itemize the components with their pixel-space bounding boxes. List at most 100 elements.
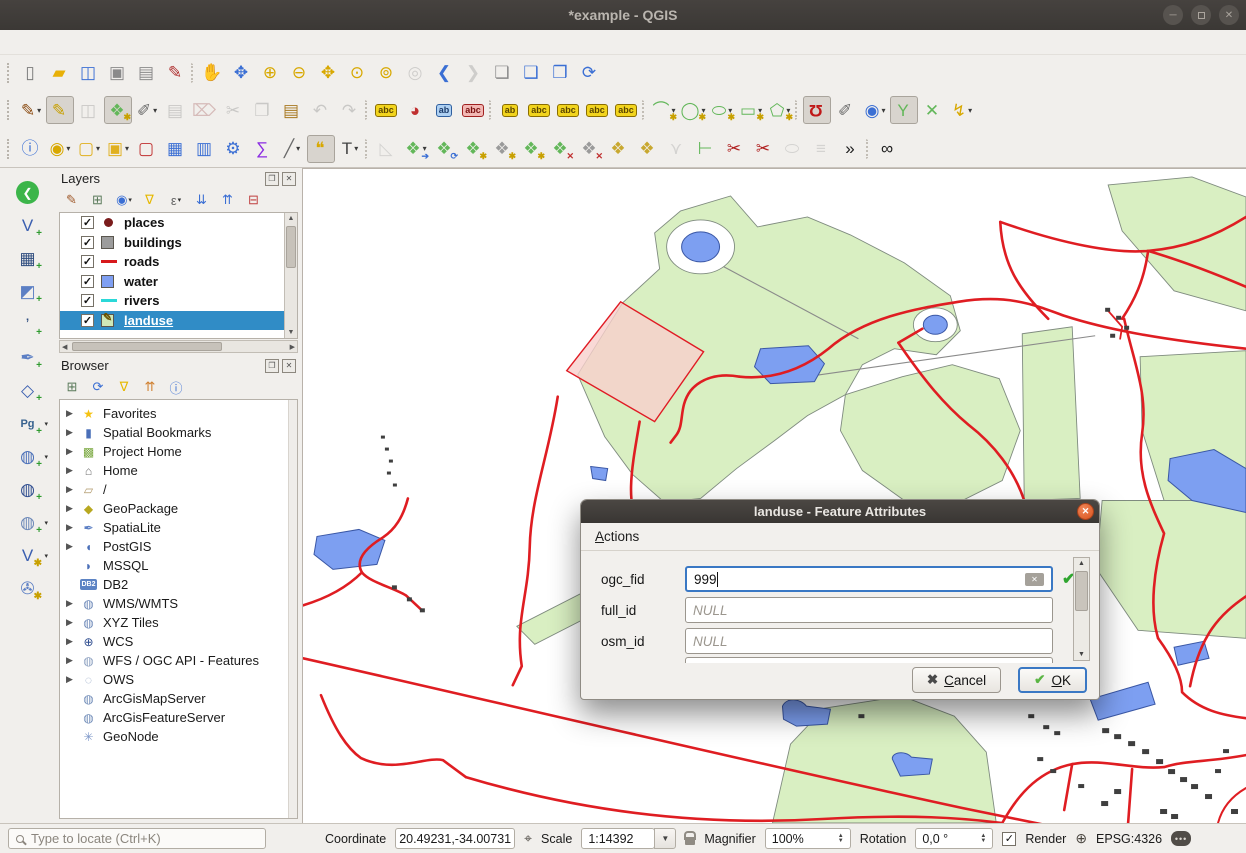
select-by-expression-button[interactable]: ▣▾ (104, 135, 132, 163)
toolbar-handle[interactable] (7, 100, 13, 120)
rotation-spinbox[interactable]: 0,0 °▲▼ (915, 828, 993, 849)
gps-tools-button[interactable]: ✇✱ (15, 576, 40, 601)
statistics-panel-button[interactable]: ∑ (249, 135, 277, 163)
dialog-close-button[interactable]: ✕ (1077, 503, 1094, 520)
layer-row-rivers[interactable]: rivers (60, 291, 297, 311)
add-raster-layer-button[interactable]: ▦+ (15, 246, 40, 271)
browser-item-spatial-bookmarks[interactable]: ▶ ▮ Spatial Bookmarks (60, 423, 297, 442)
field-calculator-button[interactable]: ▥ (191, 135, 219, 163)
clear-value-icon[interactable]: ✕ (1025, 573, 1044, 586)
scale-dropdown-arrow[interactable]: ▼ (654, 828, 676, 849)
filter-legend-button[interactable]: ∇ (141, 191, 159, 209)
expand-arrow-icon[interactable]: ▶ (65, 617, 74, 628)
menu-layer[interactable] (64, 39, 82, 45)
add-polygon-feature-button[interactable]: ❖✱ (104, 96, 132, 124)
run-feature-action-button[interactable]: ◉▾ (46, 135, 74, 163)
browser-scrollbar-track[interactable] (288, 400, 297, 818)
browser-item-wfs[interactable]: ▶ ◍ WFS / OGC API - Features (60, 651, 297, 670)
split-parts-button[interactable]: ✂ (750, 135, 778, 163)
browser-item-arcgis-feature[interactable]: ◍ ArcGisFeatureServer (60, 708, 297, 727)
undo-button[interactable]: ↶ (307, 96, 335, 124)
delete-ring-button[interactable]: ❖ (605, 135, 633, 163)
pan-map-button[interactable]: ✋ (199, 59, 227, 87)
align-features-button[interactable]: ≡ (808, 135, 836, 163)
new-project-button[interactable]: ▯ (17, 59, 45, 87)
float-panel-button[interactable]: ❐ (265, 359, 279, 373)
avoid-intersections-button[interactable]: ✕ (919, 96, 947, 124)
menu-raster[interactable] (136, 39, 154, 45)
show-bookmarks-button[interactable]: ❒ (547, 59, 575, 87)
browser-item-geopackage[interactable]: ▶ ◆ GeoPackage (60, 499, 297, 518)
delete-selected-button[interactable]: ⌦ (191, 96, 219, 124)
highlight-labels-button[interactable]: abc (526, 96, 554, 124)
expand-arrow-icon[interactable]: ▶ (65, 522, 74, 533)
simplify-feature-button[interactable]: ❖✱ (489, 135, 517, 163)
zoom-native-button[interactable]: ◎ (402, 59, 430, 87)
browser-item-db2[interactable]: DB2 DB2 (60, 575, 297, 594)
save-edits-button[interactable]: ◫ (75, 96, 103, 124)
layer-row-buildings[interactable]: buildings (60, 233, 297, 253)
new-3d-map-view-button[interactable]: ❑ (518, 59, 546, 87)
snap-intersection-button[interactable]: ↯▾ (948, 96, 976, 124)
actions-menu[interactable]: Actions (595, 529, 639, 544)
layer-diagram-button[interactable]: ◕ (402, 96, 430, 124)
layer-checkbox[interactable] (81, 314, 94, 327)
toolbar-separator[interactable] (191, 63, 198, 83)
pin-labels-button[interactable]: ab (497, 96, 525, 124)
vertex-tool-button[interactable]: ✐▾ (133, 96, 161, 124)
dialog-scrollbar[interactable]: ▲▼ (1073, 557, 1090, 661)
expand-arrow-icon[interactable]: ▶ (65, 446, 74, 457)
new-print-layout-button[interactable]: ▣ (104, 59, 132, 87)
data-source-manager-button[interactable]: ❮ (15, 180, 40, 205)
title-bar[interactable]: *example - QGIS ─ ✕ (0, 0, 1246, 30)
dialog-title-bar[interactable]: landuse - Feature Attributes ✕ (581, 500, 1099, 523)
add-part-button[interactable]: ❖✕ (547, 135, 575, 163)
expand-arrow-icon[interactable]: ▶ (65, 465, 74, 476)
browser-item-wcs[interactable]: ▶ ⊕ WCS (60, 632, 297, 651)
layer-row-roads[interactable]: roads (60, 252, 297, 272)
regular-polygon-tool-button[interactable]: ⬠✱▾ (766, 96, 794, 124)
delete-part-button[interactable]: ❖ (634, 135, 662, 163)
ogc-fid-input[interactable]: 999 ✕ (685, 566, 1053, 592)
open-layer-styling-button[interactable]: ✎ (63, 191, 81, 209)
browser-item-geonode[interactable]: ✳ GeoNode (60, 727, 297, 746)
zoom-out-button[interactable]: ⊖ (286, 59, 314, 87)
reshape-features-button[interactable]: ⋎ (663, 135, 691, 163)
browser-item-home[interactable]: ▶ ⌂ Home (60, 461, 297, 480)
menu-project[interactable] (10, 39, 28, 45)
ok-button[interactable]: ✔OK (1018, 667, 1087, 693)
float-panel-button[interactable]: ❐ (265, 172, 279, 186)
spin-arrows-icon[interactable]: ▲▼ (834, 834, 844, 844)
enable-snapping-button[interactable]: Ω (803, 96, 831, 124)
layer-checkbox[interactable] (81, 255, 94, 268)
new-vector-layer-button[interactable]: V✱▾ (15, 543, 40, 568)
browser-item-project-home[interactable]: ▶ ▩ Project Home (60, 442, 297, 461)
layers-horizontal-scrollbar[interactable]: ◀▶ (59, 340, 298, 353)
add-mesh-layer-button[interactable]: ◩+ (15, 279, 40, 304)
save-project-button[interactable]: ◫ (75, 59, 103, 87)
locate-input[interactable]: Type to locate (Ctrl+K) (8, 828, 266, 849)
add-vector-layer-button[interactable]: V+ (15, 213, 40, 238)
menu-mesh[interactable] (190, 39, 208, 45)
map-tips-button[interactable]: ❝ (307, 135, 335, 163)
toggle-editing-button[interactable]: ✎ (46, 96, 74, 124)
copy-features-button[interactable]: ❐ (249, 96, 277, 124)
collapse-browser-button[interactable]: ⇈ (141, 378, 159, 396)
menu-database[interactable] (154, 39, 172, 45)
browser-item-xyz[interactable]: ▶ ◍ XYZ Tiles (60, 613, 297, 632)
zoom-in-button[interactable]: ⊕ (257, 59, 285, 87)
open-attribute-table-button[interactable]: ▦ (162, 135, 190, 163)
add-selected-layers-button[interactable]: ⊞ (63, 378, 81, 396)
multiedit-attributes-button[interactable]: ▤ (162, 96, 190, 124)
style-manager-button[interactable]: ✎ (162, 59, 190, 87)
expand-arrow-icon[interactable]: ▶ (65, 541, 74, 552)
move-label-button[interactable]: abc (555, 96, 583, 124)
expand-arrow-icon[interactable]: ▶ (65, 484, 74, 495)
add-group-button[interactable]: ⊞ (89, 191, 107, 209)
close-panel-button[interactable]: ✕ (282, 172, 296, 186)
current-edits-button[interactable]: ✎▾ (17, 96, 45, 124)
copy-move-feature-button[interactable]: ❖⟳ (431, 135, 459, 163)
manage-map-themes-button[interactable]: ◉▾ (115, 191, 133, 209)
crs-globe-icon[interactable]: ⊕ (1075, 830, 1087, 847)
processing-toolbox-button[interactable]: ⚙ (220, 135, 248, 163)
